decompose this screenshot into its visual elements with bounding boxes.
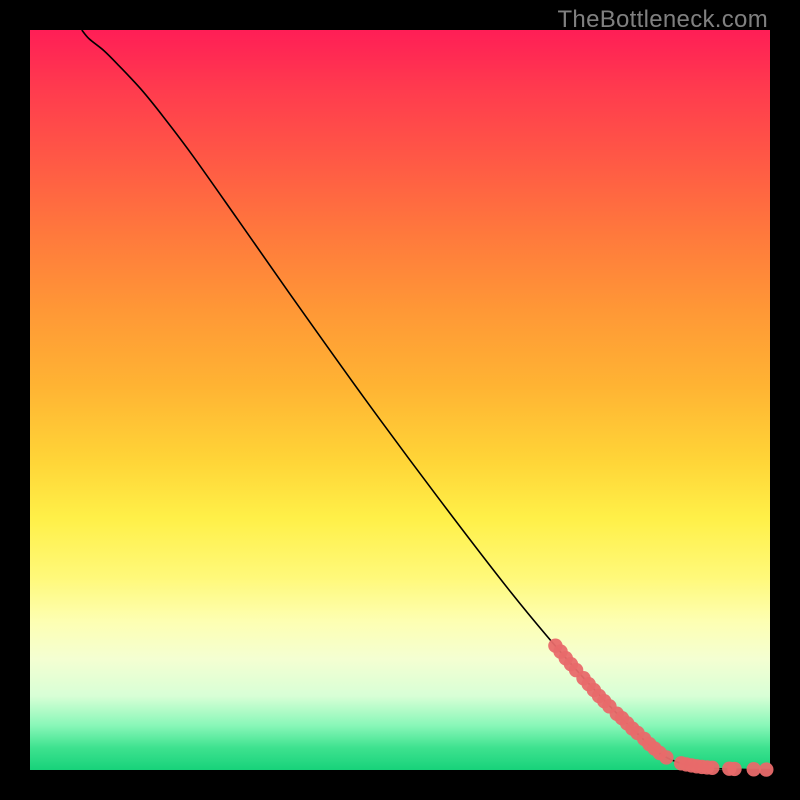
bottleneck-curve (82, 30, 770, 770)
marker-point (705, 761, 719, 775)
chart-overlay (30, 30, 770, 770)
marker-point (727, 762, 741, 776)
marker-group (548, 638, 773, 776)
marker-point (659, 750, 673, 764)
marker-point (759, 762, 773, 776)
chart-frame: TheBottleneck.com (0, 0, 800, 800)
plot-area (30, 30, 770, 770)
marker-point (747, 762, 761, 776)
